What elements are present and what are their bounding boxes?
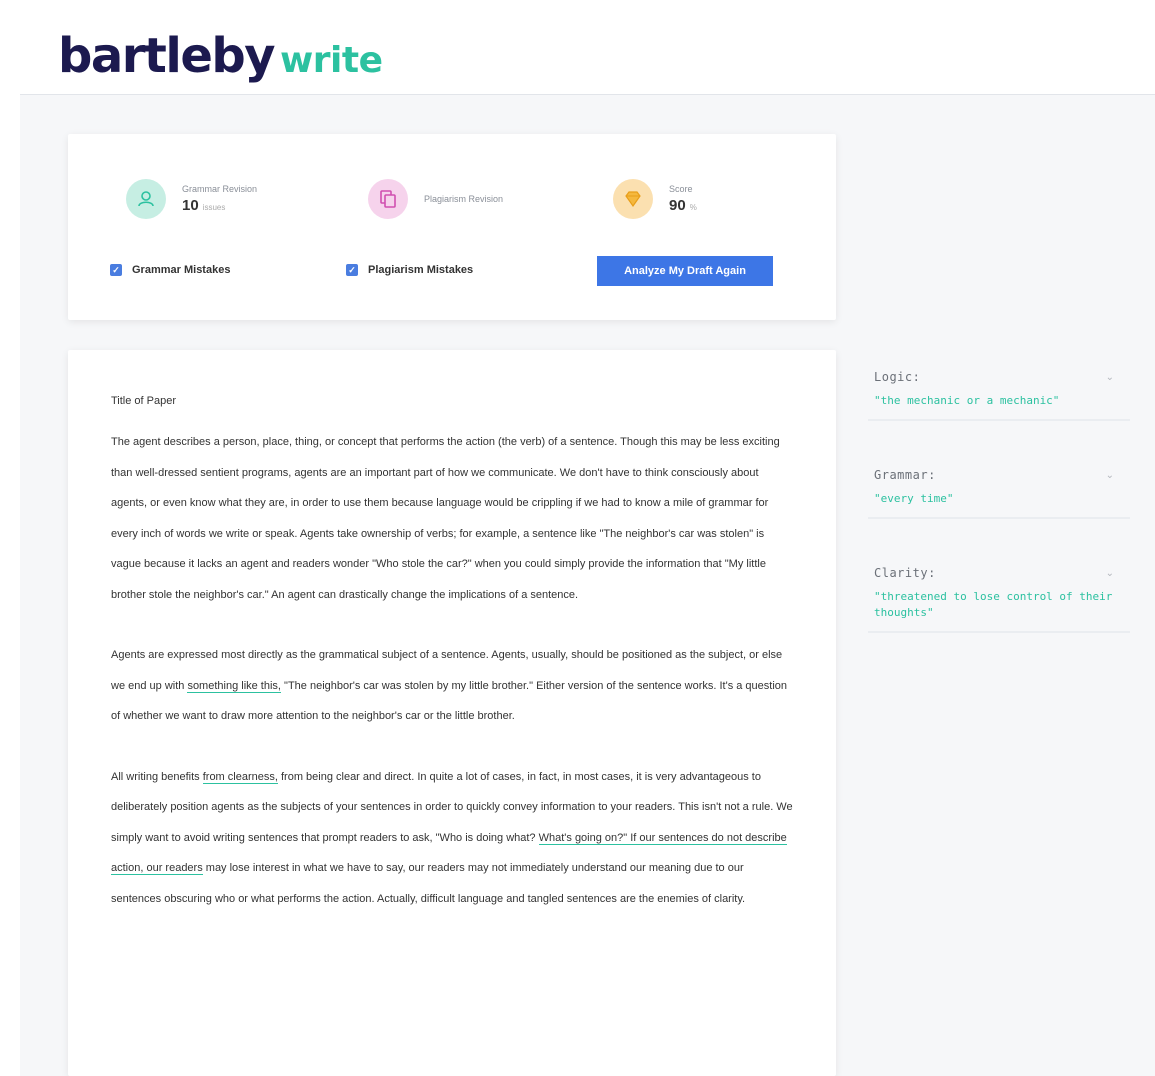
- suggestion-text[interactable]: "every time": [874, 491, 1124, 507]
- suggestion-text[interactable]: "threatened to lose control of their tho…: [874, 589, 1124, 621]
- chevron-down-icon[interactable]: ⌄: [1106, 372, 1114, 383]
- grammar-mistakes-label: Grammar Mistakes: [132, 264, 231, 276]
- grammar-user-icon: [126, 179, 166, 219]
- logo-product: write: [280, 40, 383, 81]
- plagiarism-stat-label: Plagiarism Revision: [424, 194, 504, 204]
- score-stat-label: Score: [669, 184, 693, 194]
- chevron-down-icon[interactable]: ⌄: [1106, 470, 1114, 481]
- suggestion-clarity[interactable]: Clarity: ⌄ "threatened to lose control o…: [868, 548, 1130, 633]
- grammar-stat: Grammar Revision 10 issues: [126, 179, 257, 219]
- grammar-stat-value: 10 issues: [182, 197, 226, 214]
- document-paragraph[interactable]: The agent describes a person, place, thi…: [111, 427, 794, 610]
- analyze-draft-button[interactable]: Analyze My Draft Again: [597, 256, 773, 286]
- suggestion-title: Clarity:: [874, 566, 936, 580]
- suggestion-text[interactable]: "the mechanic or a mechanic": [874, 393, 1124, 409]
- plagiarism-mistakes-label: Plagiarism Mistakes: [368, 264, 474, 276]
- suggestion-title: Logic:: [874, 370, 921, 384]
- suggestion-logic[interactable]: Logic: ⌄ "the mechanic or a mechanic": [868, 352, 1130, 421]
- score-diamond-icon: [613, 179, 653, 219]
- highlighted-issue[interactable]: something like this,: [187, 679, 281, 693]
- bartleby-write-logo[interactable]: bartleby write: [58, 28, 383, 84]
- document-paragraph[interactable]: All writing benefits from clearness, fro…: [111, 762, 794, 915]
- checkbox-checked-icon[interactable]: ✓: [346, 264, 358, 276]
- plagiarism-copy-icon: [368, 179, 408, 219]
- plagiarism-mistakes-checkbox[interactable]: ✓ Plagiarism Mistakes: [346, 264, 473, 276]
- score-stat-value: 90%: [669, 197, 697, 214]
- highlighted-issue[interactable]: from clearness,: [202, 770, 278, 784]
- chevron-down-icon[interactable]: ⌄: [1106, 568, 1114, 579]
- analysis-summary-card: Grammar Revision 10 issues Plagiarism Rev…: [68, 134, 836, 320]
- logo-brand: bartleby: [58, 28, 276, 84]
- document-paragraph[interactable]: Agents are expressed most directly as th…: [111, 640, 794, 732]
- score-stat: Score 90%: [613, 179, 697, 219]
- checkbox-checked-icon[interactable]: ✓: [110, 264, 122, 276]
- plagiarism-stat: Plagiarism Revision: [368, 179, 503, 219]
- grammar-stat-label: Grammar Revision: [182, 184, 258, 194]
- app-header: bartleby write: [0, 0, 1155, 96]
- suggestion-title: Grammar:: [874, 468, 936, 482]
- grammar-mistakes-checkbox[interactable]: ✓ Grammar Mistakes: [110, 264, 230, 276]
- document-editor[interactable]: Title of Paper The agent describes a per…: [68, 350, 836, 1076]
- suggestion-grammar[interactable]: Grammar: ⌄ "every time": [868, 450, 1130, 519]
- document-title[interactable]: Title of Paper: [111, 395, 794, 407]
